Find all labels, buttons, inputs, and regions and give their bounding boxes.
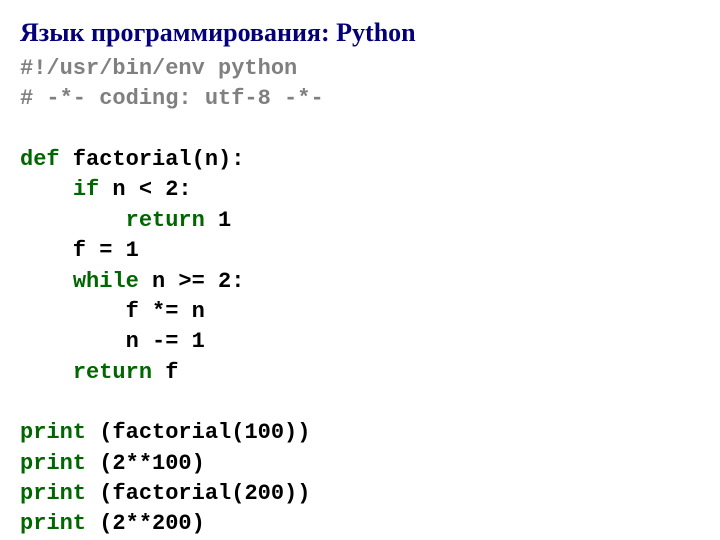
code-text bbox=[20, 360, 73, 385]
code-text: f bbox=[152, 360, 178, 385]
code-text: (factorial(200)) bbox=[86, 481, 310, 506]
code-keyword: def bbox=[20, 147, 60, 172]
code-text bbox=[20, 177, 73, 202]
code-block: #!/usr/bin/env python # -*- coding: utf-… bbox=[20, 54, 700, 540]
code-text: (2**200) bbox=[86, 511, 205, 536]
page-title: Язык программирования: Python bbox=[20, 18, 700, 48]
code-keyword: print bbox=[20, 420, 86, 445]
code-text: n < 2: bbox=[99, 177, 191, 202]
code-keyword: while bbox=[73, 269, 139, 294]
code-keyword: if bbox=[73, 177, 99, 202]
code-comment: # -*- coding: utf-8 -*- bbox=[20, 86, 324, 111]
code-text bbox=[20, 208, 126, 233]
code-text: 1 bbox=[205, 208, 231, 233]
code-text: (factorial(100)) bbox=[86, 420, 310, 445]
code-text bbox=[20, 269, 73, 294]
code-keyword: print bbox=[20, 511, 86, 536]
code-text: f *= n bbox=[20, 299, 205, 324]
code-keyword: print bbox=[20, 451, 86, 476]
code-text: factorial(n): bbox=[60, 147, 245, 172]
code-text: n -= 1 bbox=[20, 329, 205, 354]
code-comment: #!/usr/bin/env python bbox=[20, 56, 297, 81]
code-keyword: return bbox=[73, 360, 152, 385]
code-keyword: return bbox=[126, 208, 205, 233]
code-keyword: print bbox=[20, 481, 86, 506]
code-text: (2**100) bbox=[86, 451, 205, 476]
code-text: f = 1 bbox=[20, 238, 139, 263]
code-text: n >= 2: bbox=[139, 269, 245, 294]
